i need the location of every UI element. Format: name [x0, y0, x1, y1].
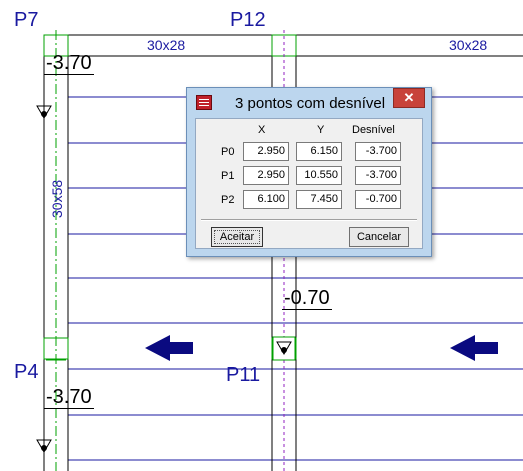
p2-y-input[interactable]: 7.450 [296, 190, 342, 209]
divider [201, 219, 417, 221]
beam-label: 30x28 [147, 37, 186, 53]
level-label: -0.70 [282, 287, 332, 310]
p0-x-input[interactable]: 2.950 [243, 142, 289, 161]
row-label-p2: P2 [221, 194, 235, 206]
p1-x-input[interactable]: 2.950 [243, 166, 289, 185]
level-label: -3.70 [44, 52, 94, 75]
dialog-titlebar[interactable]: 3 pontos com desnível ✕ [187, 88, 431, 118]
dialog-content: X Y Desnível P0 2.950 6.150 -3.700 P1 2.… [195, 118, 423, 249]
column-header-y: Y [317, 124, 325, 136]
p1-y-input[interactable]: 10.550 [296, 166, 342, 185]
dialog-title: 3 pontos com desnível [235, 95, 386, 112]
app-icon [196, 95, 212, 110]
level-marker-icon [36, 105, 52, 122]
arrow-left-icon [450, 335, 498, 361]
level-marker-icon [272, 336, 296, 361]
beam-label: 30x28 [449, 37, 488, 53]
column-header-x: X [258, 124, 266, 136]
row-label-p0: P0 [221, 146, 235, 158]
pillar-label-p12: P12 [230, 9, 266, 31]
cancel-button[interactable]: Cancelar [349, 227, 409, 247]
pillar-label-p7: P7 [14, 9, 39, 31]
accept-button[interactable]: Aceitar [211, 227, 263, 247]
beam-label-vertical: 30x58 [49, 179, 65, 218]
p1-desnivel-input[interactable]: -3.700 [355, 166, 401, 185]
arrow-left-icon [145, 335, 193, 361]
p0-desnivel-input[interactable]: -3.700 [355, 142, 401, 161]
pillar-label-p4: P4 [14, 361, 39, 383]
three-points-dialog: 3 pontos com desnível ✕ X Y Desnível P0 … [186, 87, 432, 257]
row-label-p1: P1 [221, 170, 235, 182]
level-marker-icon [36, 439, 52, 456]
close-button[interactable]: ✕ [393, 88, 425, 108]
p2-desnivel-input[interactable]: -0.700 [355, 190, 401, 209]
level-label: -3.70 [44, 386, 94, 409]
pillar-label-p11: P11 [226, 364, 261, 386]
p0-y-input[interactable]: 6.150 [296, 142, 342, 161]
p2-x-input[interactable]: 6.100 [243, 190, 289, 209]
column-header-desnivel: Desnível [352, 124, 395, 136]
